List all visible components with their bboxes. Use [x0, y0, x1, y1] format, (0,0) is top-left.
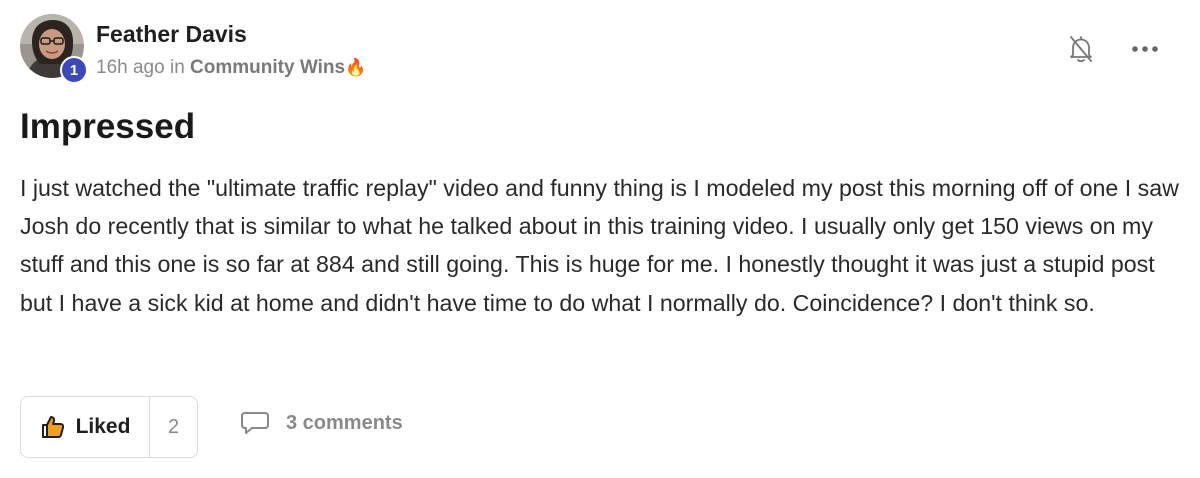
comment-bubble-icon: [241, 412, 269, 434]
like-button[interactable]: Liked: [21, 397, 150, 457]
category-link[interactable]: Community Wins: [190, 57, 345, 78]
post-body: I just watched the "ultimate traffic rep…: [20, 175, 1179, 316]
author-name[interactable]: Feather Davis: [96, 20, 247, 48]
community-post: 1 Feather Davis 16h ago in Community Win…: [0, 0, 1200, 478]
post-time: 16h ago: [96, 57, 165, 78]
comments-label: 3 comments: [286, 411, 403, 434]
more-horizontal-icon[interactable]: [1130, 32, 1160, 66]
like-label: Liked: [75, 415, 131, 438]
author-avatar-wrap[interactable]: 1: [20, 14, 88, 84]
thumbs-up-icon: [41, 416, 64, 438]
like-control: Liked 2: [20, 396, 198, 458]
fire-emoji: 🔥: [345, 58, 367, 77]
level-badge: 1: [60, 56, 88, 84]
meta-in-word: in: [169, 57, 185, 78]
comments-button[interactable]: 3 comments: [240, 410, 403, 436]
header-actions: [1066, 32, 1160, 66]
bell-off-icon[interactable]: [1066, 32, 1096, 66]
like-count[interactable]: 2: [150, 397, 197, 457]
post-title: Impressed: [20, 107, 196, 146]
post-meta: 16h ago in Community Wins🔥: [96, 56, 366, 80]
